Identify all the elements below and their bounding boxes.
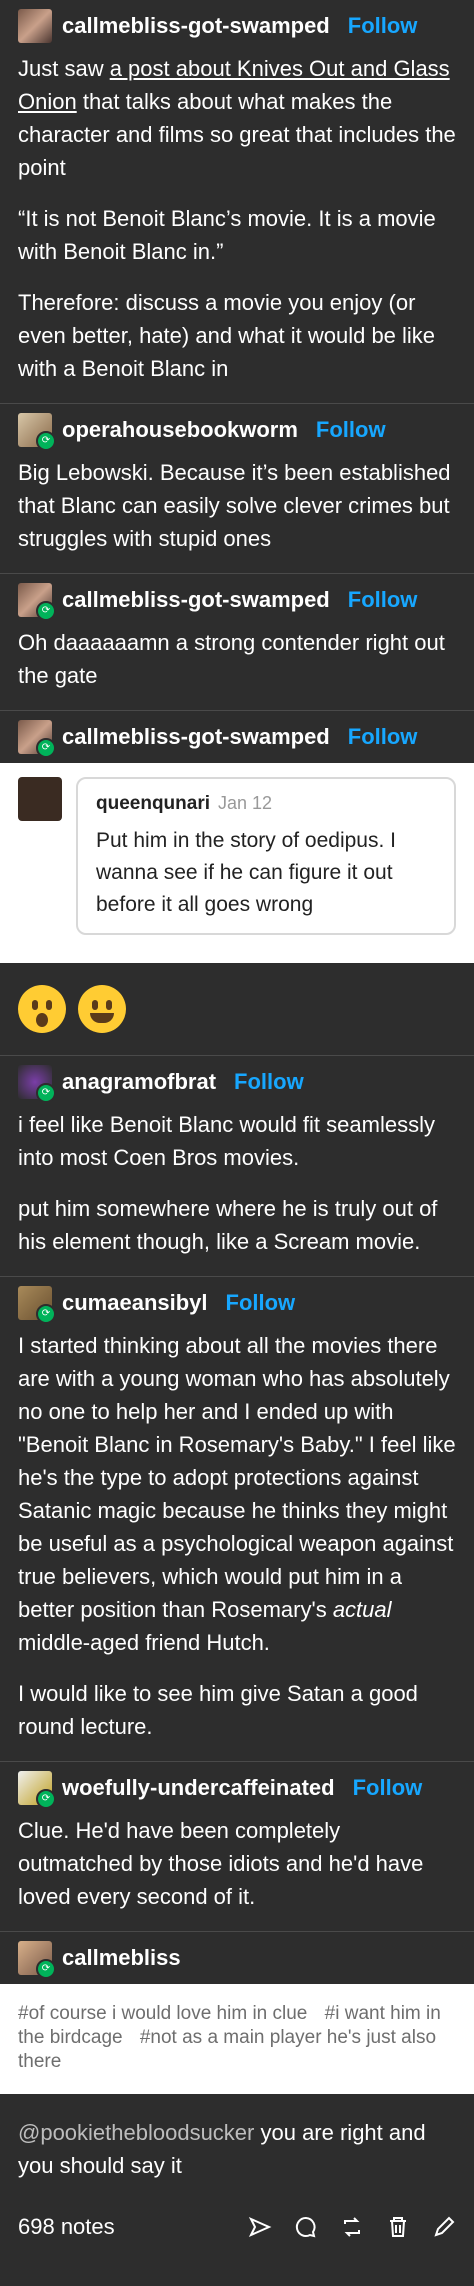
reblog-icon: ⟳ xyxy=(36,431,56,451)
avatar[interactable]: ⟳ xyxy=(18,1065,56,1103)
reblog-callmebliss-got-swamped-2: ⟳ callmebliss-got-swamped Follow xyxy=(0,711,474,763)
asker-avatar[interactable] xyxy=(18,777,62,821)
reblog-callmebliss-got-swamped: ⟳ callmebliss-got-swamped Follow Oh daaa… xyxy=(0,574,474,692)
follow-button[interactable]: Follow xyxy=(348,587,418,613)
reblog-cumaeansibyl: ⟳ cumaeansibyl Follow I started thinking… xyxy=(0,1277,474,1743)
username[interactable]: operahousebookworm xyxy=(62,417,298,443)
ask-text: Put him in the story of oedipus. I wanna… xyxy=(96,829,396,916)
avatar[interactable]: ⟳ xyxy=(18,413,56,451)
tags: #of course i would love him in clue #i w… xyxy=(0,1984,474,2094)
post-text: Oh daaaaaamn a strong contender right ou… xyxy=(18,630,445,688)
post-footer: 698 notes xyxy=(0,2200,474,2254)
reblog-icon: ⟳ xyxy=(36,1304,56,1324)
share-icon[interactable] xyxy=(248,2215,272,2239)
post-text: i feel like Benoit Blanc would fit seaml… xyxy=(18,1112,435,1170)
follow-button[interactable]: Follow xyxy=(348,13,418,39)
follow-button[interactable]: Follow xyxy=(234,1069,304,1095)
avatar[interactable] xyxy=(18,9,52,43)
follow-button[interactable]: Follow xyxy=(348,724,418,750)
post-text: Clue. He'd have been completely outmatch… xyxy=(18,1818,424,1909)
ask-date: Jan 12 xyxy=(218,793,273,813)
reblog-icon: ⟳ xyxy=(36,601,56,621)
tag[interactable]: #of course i would love him in clue xyxy=(18,2003,307,2024)
username[interactable]: callmebliss-got-swamped xyxy=(62,724,330,750)
reply-icon[interactable] xyxy=(294,2215,318,2239)
post-text: put him somewhere where he is truly out … xyxy=(18,1196,438,1254)
reblog-icon: ⟳ xyxy=(36,1789,56,1809)
delete-icon[interactable] xyxy=(386,2215,410,2239)
post-text: Big Lebowski. Because it’s been establis… xyxy=(18,460,451,551)
reblog-callmebliss: ⟳ callmebliss xyxy=(0,1932,474,1984)
smiley-face-icon xyxy=(78,985,126,1033)
post-text: I started thinking about all the movies … xyxy=(18,1333,456,1655)
avatar[interactable]: ⟳ xyxy=(18,1941,56,1979)
avatar[interactable]: ⟳ xyxy=(18,720,56,758)
ask-bubble: queenqunari Jan 12 Put him in the story o… xyxy=(76,777,456,935)
username[interactable]: callmebliss xyxy=(62,1945,181,1971)
reblog-icon: ⟳ xyxy=(36,738,56,758)
reblog-icon: ⟳ xyxy=(36,1959,56,1979)
reblog-anagramofbrat: ⟳ anagramofbrat Follow i feel like Benoi… xyxy=(0,1056,474,1258)
emoji-answer xyxy=(0,963,474,1055)
post-text: Just saw a post about Knives Out and Gla… xyxy=(18,56,456,180)
username[interactable]: cumaeansibyl xyxy=(62,1290,208,1316)
follow-button[interactable]: Follow xyxy=(226,1290,296,1316)
avatar[interactable]: ⟳ xyxy=(18,1286,56,1324)
username[interactable]: woefully-undercaffeinated xyxy=(62,1775,335,1801)
follow-button[interactable]: Follow xyxy=(353,1775,423,1801)
ask-section: queenqunari Jan 12 Put him in the story o… xyxy=(0,763,474,963)
post-text: Therefore: discuss a movie you enjoy (or… xyxy=(18,290,436,381)
edit-icon[interactable] xyxy=(432,2215,456,2239)
avatar[interactable]: ⟳ xyxy=(18,583,56,621)
username[interactable]: callmebliss-got-swamped xyxy=(62,13,330,39)
notes-count[interactable]: 698 notes xyxy=(18,2214,115,2240)
surprised-face-icon xyxy=(18,985,66,1033)
reblog-icon: ⟳ xyxy=(36,1083,56,1103)
mention-link[interactable]: @pookiethebloodsucker xyxy=(18,2120,254,2145)
reblog-woefully-undercaffeinated: ⟳ woefully-undercaffeinated Follow Clue.… xyxy=(0,1762,474,1913)
username[interactable]: callmebliss-got-swamped xyxy=(62,587,330,613)
avatar[interactable]: ⟳ xyxy=(18,1771,56,1809)
post-text: I would like to see him give Satan a goo… xyxy=(18,1681,418,1739)
follow-button[interactable]: Follow xyxy=(316,417,386,443)
final-reply: @pookiethebloodsucker you are right and … xyxy=(18,2120,426,2178)
reblog-operahousebookworm: ⟳ operahousebookworm Follow Big Lebowski… xyxy=(0,404,474,555)
reblog-icon[interactable] xyxy=(340,2215,364,2239)
post-header: callmebliss-got-swamped Follow xyxy=(18,0,456,52)
post-op: callmebliss-got-swamped Follow Just saw … xyxy=(0,0,474,385)
post-quote: “It is not Benoit Blanc’s movie. It is a… xyxy=(18,206,436,264)
username[interactable]: anagramofbrat xyxy=(62,1069,216,1095)
asker-name[interactable]: queenqunari xyxy=(96,793,210,814)
